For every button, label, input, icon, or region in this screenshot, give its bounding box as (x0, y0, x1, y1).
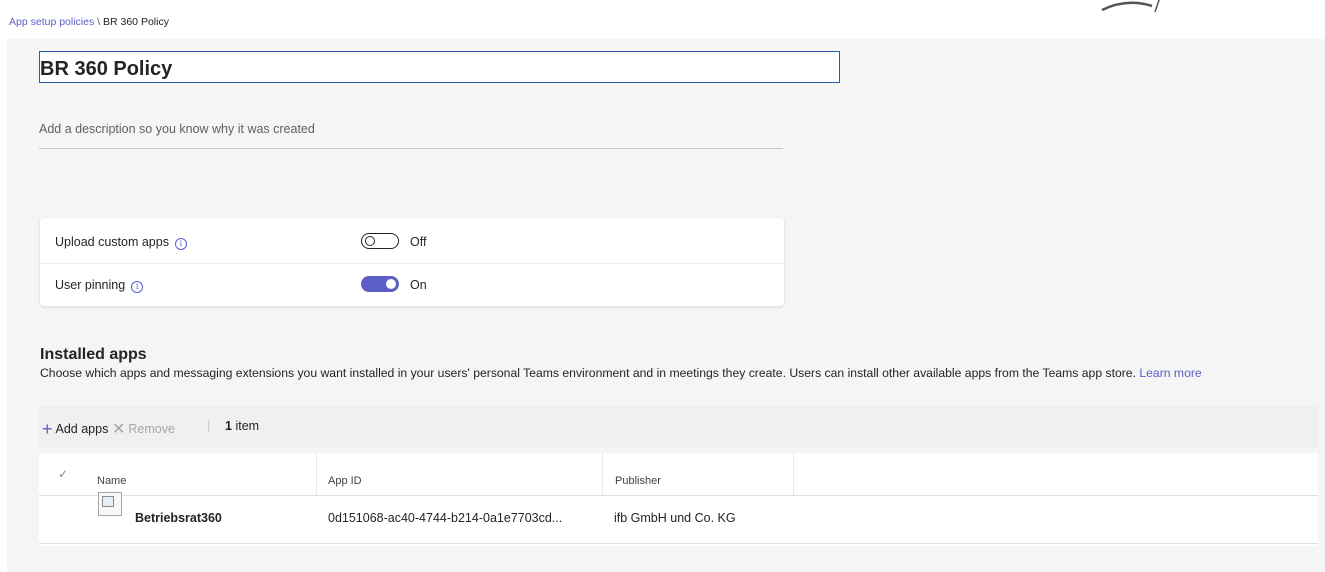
installed-apps-description-text: Choose which apps and messaging extensio… (40, 366, 1136, 380)
info-icon[interactable]: i (174, 238, 187, 250)
broken-image-icon (98, 492, 122, 516)
app-publisher: ifb GmbH und Co. KG (614, 511, 736, 525)
breadcrumb: App setup policies \ BR 360 Policy (9, 16, 169, 28)
setting-label-text: User pinning (55, 278, 126, 292)
remove-button[interactable]: ✕ Remove (112, 419, 175, 439)
column-header-publisher[interactable]: Publisher (603, 453, 794, 495)
plus-icon: + (42, 419, 53, 439)
setting-label: Upload custom apps i (55, 235, 187, 250)
table-row[interactable]: Betriebsrat360 0d151068-ac40-4744-b214-0… (39, 492, 1318, 544)
breadcrumb-current: BR 360 Policy (103, 16, 169, 28)
item-count: 1 item (225, 419, 259, 433)
app-id: 0d151068-ac40-4744-b214-0a1e7703cd... (328, 511, 563, 525)
setting-label-text: Upload custom apps (55, 235, 169, 249)
upload-custom-apps-toggle[interactable] (361, 233, 399, 249)
decorative-swoosh-icon (1101, 0, 1160, 12)
setting-row-upload-custom-apps: Upload custom apps i Off (40, 222, 784, 264)
app-name: Betriebsrat360 (135, 511, 222, 525)
installed-apps-table: ✓ Name App ID Publisher Betriebsrat360 0… (39, 453, 1318, 546)
toolbar-divider: | (207, 419, 211, 433)
user-pinning-toggle[interactable] (361, 276, 399, 292)
info-icon[interactable]: i (131, 281, 144, 293)
setting-row-user-pinning: User pinning i On (40, 265, 784, 306)
item-count-number: 1 (225, 419, 232, 433)
toggle-knob (365, 236, 375, 246)
add-apps-label: Add apps (55, 422, 109, 436)
add-apps-button[interactable]: + Add apps (42, 419, 108, 440)
setting-label: User pinning i (55, 278, 144, 293)
command-bar: + Add apps ✕ Remove | 1 item (39, 406, 1318, 448)
table-header: ✓ Name App ID Publisher (39, 453, 1318, 496)
toggle-state-label: Off (410, 235, 427, 249)
top-bar: App setup policies \ BR 360 Policy (7, 0, 1325, 39)
item-count-unit: item (235, 419, 260, 433)
installed-apps-heading: Installed apps (40, 346, 147, 363)
close-icon: ✕ (112, 421, 126, 438)
learn-more-link[interactable]: Learn more (1139, 366, 1201, 380)
column-header-app-id[interactable]: App ID (317, 453, 603, 495)
breadcrumb-parent-link[interactable]: App setup policies (9, 16, 94, 28)
description-field[interactable]: Add a description so you know why it was… (39, 122, 783, 149)
remove-label: Remove (128, 422, 175, 436)
settings-card: Upload custom apps i Off User pinning i On (40, 218, 784, 306)
installed-apps-description: Choose which apps and messaging extensio… (40, 366, 1202, 380)
column-header-name[interactable]: Name (87, 453, 317, 495)
toggle-knob (386, 278, 396, 289)
toggle-state-label: On (410, 278, 427, 292)
select-all-checkmark-icon[interactable]: ✓ (39, 453, 87, 495)
policy-name-text[interactable]: BR 360 Policy (40, 58, 172, 81)
breadcrumb-separator: \ (97, 16, 101, 28)
